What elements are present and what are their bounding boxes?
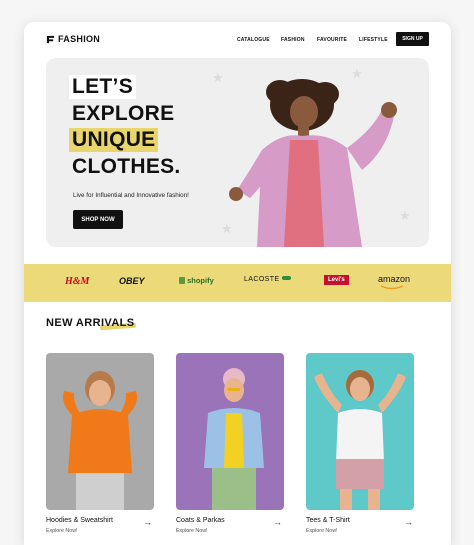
hero-line-1: LET’S: [69, 75, 137, 99]
card-sub-tees[interactable]: Explore Now!: [306, 528, 338, 534]
card-sub-coats[interactable]: Explore Now!: [176, 528, 208, 534]
card-sub-hoodies[interactable]: Explore Now!: [46, 528, 78, 534]
brand-levis[interactable]: Levi's: [324, 275, 349, 285]
arrow-right-icon[interactable]: →: [143, 517, 152, 527]
brand-strip: H&M OBEY shopify LACOSTE Levi's amazon: [24, 264, 451, 302]
hoodies-model-image: [63, 371, 137, 510]
nav-fashion[interactable]: FASHION: [281, 37, 305, 43]
nav-catalogue[interactable]: CATALOGUE: [237, 37, 270, 43]
arrow-right-icon[interactable]: →: [404, 517, 413, 527]
coats-model-image: [204, 368, 264, 510]
brand-amazon[interactable]: amazon: [378, 274, 411, 290]
signup-button[interactable]: SIGN UP: [396, 32, 429, 46]
hero-line-3: UNIQUE: [69, 128, 159, 152]
brand-lacoste[interactable]: LACOSTE: [244, 276, 291, 283]
brand-obey[interactable]: OBEY: [119, 276, 145, 286]
card-title-tees[interactable]: Tees & T-Shirt: [306, 517, 350, 524]
brand-shopify-label: shopify: [187, 276, 214, 285]
shop-now-button[interactable]: SHOP NOW: [73, 210, 123, 229]
f-logo-icon: [46, 35, 55, 43]
brand-shopify[interactable]: shopify: [179, 276, 214, 285]
card-title-hoodies[interactable]: Hoodies & Sweatshirt: [46, 517, 113, 524]
hero-tagline: Live for Influential and Innovative fash…: [73, 192, 189, 199]
tees-model-image: [314, 370, 406, 510]
brand-hm[interactable]: H&M: [65, 276, 89, 287]
brand-lacoste-label: LACOSTE: [244, 276, 280, 283]
product-card-hoodies[interactable]: [46, 353, 154, 510]
product-card-tees[interactable]: [306, 353, 414, 510]
amazon-smile-icon: [380, 285, 404, 290]
brand-logo[interactable]: FASHION: [46, 34, 100, 44]
card-title-coats[interactable]: Coats & Parkas: [176, 517, 225, 524]
hero-model-image: [229, 79, 397, 247]
top-nav: FASHION CATALOGUE FASHION FAVOURITE LIFE…: [24, 22, 451, 58]
hero-line-4: CLOTHES.: [72, 155, 181, 178]
brand-amazon-label: amazon: [378, 274, 411, 284]
brand-name: FASHION: [58, 34, 101, 44]
new-arrivals-title: NEW ARRIVALS: [46, 317, 135, 329]
arrow-right-icon[interactable]: →: [273, 517, 282, 527]
nav-favourite[interactable]: FAVOURITE: [317, 37, 347, 43]
crocodile-icon: [281, 276, 291, 280]
landing-page: FASHION CATALOGUE FASHION FAVOURITE LIFE…: [24, 22, 451, 545]
hero-banner: LET’S EXPLORE UNIQUE CLOTHES. Live for I…: [46, 58, 429, 247]
hero-line-2: EXPLORE: [72, 102, 175, 125]
product-card-coats[interactable]: [176, 353, 284, 510]
shopify-bag-icon: [179, 277, 185, 284]
nav-lifestyle[interactable]: LIFESTYLE: [359, 37, 388, 43]
